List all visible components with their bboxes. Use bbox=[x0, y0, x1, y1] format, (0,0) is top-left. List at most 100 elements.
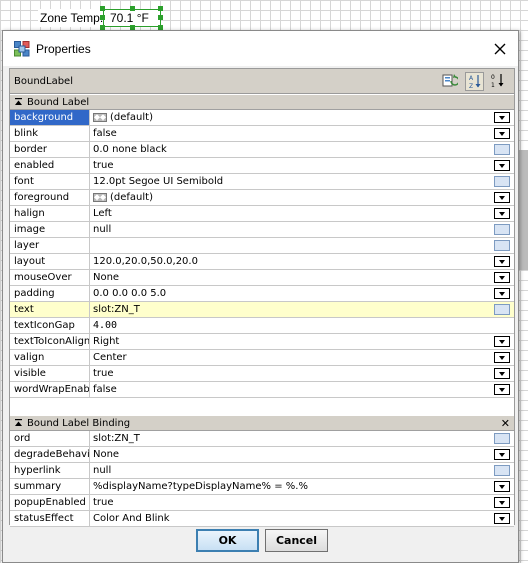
property-value-text: true bbox=[93, 497, 114, 508]
property-row-popupEnabled[interactable]: popupEnabled true bbox=[10, 495, 514, 511]
property-value-text: %displayName?typeDisplayName% = %.% bbox=[93, 481, 308, 492]
property-value[interactable]: true bbox=[90, 158, 493, 173]
close-icon[interactable] bbox=[492, 41, 508, 57]
section-bound-label[interactable]: Bound Label bbox=[10, 95, 514, 110]
remove-binding-icon[interactable]: ✕ bbox=[501, 416, 510, 431]
property-row-textIconGap[interactable]: textIconGap 4.00 bbox=[10, 318, 514, 334]
resize-handle[interactable] bbox=[158, 15, 163, 20]
property-row-valign[interactable]: valign Center bbox=[10, 350, 514, 366]
property-value[interactable]: (default) bbox=[90, 190, 493, 205]
property-value[interactable]: (default) bbox=[90, 110, 493, 125]
property-value-text: slot:ZN_T bbox=[93, 304, 140, 315]
property-value[interactable]: None bbox=[90, 270, 493, 285]
property-row-foreground[interactable]: foreground (default) bbox=[10, 190, 514, 206]
dropdown-arrow-icon[interactable] bbox=[494, 352, 510, 363]
editor-button-icon[interactable] bbox=[494, 176, 510, 187]
dropdown-arrow-icon[interactable] bbox=[494, 272, 510, 283]
property-row-wordWrapEnabled[interactable]: wordWrapEnabledfalse bbox=[10, 382, 514, 398]
property-value[interactable]: slot:ZN_T bbox=[90, 431, 493, 446]
property-value[interactable]: null bbox=[90, 463, 493, 478]
property-row-statusEffect[interactable]: statusEffect Color And Blink bbox=[10, 511, 514, 527]
dropdown-arrow-icon[interactable] bbox=[494, 368, 510, 379]
property-name: font bbox=[10, 174, 90, 189]
property-value[interactable]: 0.0 0.0 0.0 5.0 bbox=[90, 286, 493, 301]
property-row-image[interactable]: image null bbox=[10, 222, 514, 238]
dropdown-arrow-icon[interactable] bbox=[494, 513, 510, 524]
resize-handle[interactable] bbox=[100, 15, 105, 20]
property-value[interactable]: Left bbox=[90, 206, 493, 221]
editor-button-icon[interactable] bbox=[494, 304, 510, 315]
section-bound-label-binding[interactable]: Bound Label Binding ✕ bbox=[10, 416, 514, 431]
property-row-layout[interactable]: layout 120.0,20.0,50.0,20.0 bbox=[10, 254, 514, 270]
svg-text:A: A bbox=[469, 75, 474, 82]
resize-handle[interactable] bbox=[100, 6, 105, 11]
property-value[interactable]: 4.00 bbox=[90, 318, 493, 333]
property-value[interactable]: Color And Blink bbox=[90, 511, 493, 526]
property-value[interactable]: true bbox=[90, 495, 493, 510]
property-value[interactable]: %displayName?typeDisplayName% = %.% bbox=[90, 479, 493, 494]
property-value[interactable]: false bbox=[90, 382, 493, 397]
dropdown-arrow-icon[interactable] bbox=[494, 208, 510, 219]
dropdown-arrow-icon[interactable] bbox=[494, 497, 510, 508]
property-name: statusEffect bbox=[10, 511, 90, 526]
editor-button-icon[interactable] bbox=[494, 465, 510, 476]
editor-button-icon[interactable] bbox=[494, 240, 510, 251]
dropdown-arrow-icon[interactable] bbox=[494, 112, 510, 123]
property-value-text: null bbox=[93, 465, 112, 476]
ok-button[interactable]: OK bbox=[196, 529, 259, 552]
dropdown-arrow-icon[interactable] bbox=[494, 128, 510, 139]
property-value[interactable]: 120.0,20.0,50.0,20.0 bbox=[90, 254, 493, 269]
property-row-visible[interactable]: visible true bbox=[10, 366, 514, 382]
property-name: image bbox=[10, 222, 90, 237]
sort-alpha-icon[interactable]: A Z bbox=[465, 72, 484, 91]
property-row-mouseOver[interactable]: mouseOver None bbox=[10, 270, 514, 286]
property-row-summary[interactable]: summary %displayName?typeDisplayName% = %… bbox=[10, 479, 514, 495]
property-value[interactable] bbox=[90, 238, 493, 253]
property-name: textToIconAlign bbox=[10, 334, 90, 349]
dropdown-arrow-icon[interactable] bbox=[494, 449, 510, 460]
dropdown-arrow-icon[interactable] bbox=[494, 160, 510, 171]
property-value[interactable]: false bbox=[90, 126, 493, 141]
collapse-icon[interactable] bbox=[15, 98, 22, 106]
resize-handle[interactable] bbox=[158, 6, 163, 11]
dropdown-arrow-icon[interactable] bbox=[494, 336, 510, 347]
refresh-icon[interactable] bbox=[441, 72, 460, 91]
property-row-border[interactable]: border 0.0 none black bbox=[10, 142, 514, 158]
property-row-enabled[interactable]: enabled true bbox=[10, 158, 514, 174]
property-row-font[interactable]: font 12.0pt Segoe UI Semibold bbox=[10, 174, 514, 190]
property-row-background[interactable]: background (default) bbox=[10, 110, 514, 126]
property-row-textToIconAlign[interactable]: textToIconAlign Right bbox=[10, 334, 514, 350]
cancel-button[interactable]: Cancel bbox=[265, 529, 328, 552]
collapse-icon[interactable] bbox=[15, 419, 22, 427]
property-row-layer[interactable]: layer bbox=[10, 238, 514, 254]
property-value[interactable]: slot:ZN_T bbox=[90, 302, 493, 317]
property-row-blink[interactable]: blink false bbox=[10, 126, 514, 142]
property-row-text[interactable]: text slot:ZN_T bbox=[10, 302, 514, 318]
bound-label-properties: background (default) blink false border 0.0 n… bbox=[10, 110, 514, 398]
dropdown-arrow-icon[interactable] bbox=[494, 384, 510, 395]
property-row-hyperlink[interactable]: hyperlink null bbox=[10, 463, 514, 479]
canvas-scrollbar[interactable] bbox=[519, 150, 528, 270]
property-row-ord[interactable]: ord slot:ZN_T bbox=[10, 431, 514, 447]
property-value[interactable]: Center bbox=[90, 350, 493, 365]
property-value[interactable]: null bbox=[90, 222, 493, 237]
dropdown-arrow-icon[interactable] bbox=[494, 256, 510, 267]
property-name: layer bbox=[10, 238, 90, 253]
color-swatch-icon bbox=[93, 192, 107, 202]
property-row-padding[interactable]: padding 0.0 0.0 0.0 5.0 bbox=[10, 286, 514, 302]
resize-handle[interactable] bbox=[130, 6, 135, 11]
property-value[interactable]: 0.0 none black bbox=[90, 142, 493, 157]
property-value[interactable]: None bbox=[90, 447, 493, 462]
property-value[interactable]: 12.0pt Segoe UI Semibold bbox=[90, 174, 493, 189]
dropdown-arrow-icon[interactable] bbox=[494, 481, 510, 492]
property-row-degradeBehavior[interactable]: degradeBehaviorNone bbox=[10, 447, 514, 463]
editor-button-icon[interactable] bbox=[494, 144, 510, 155]
editor-button-icon[interactable] bbox=[494, 433, 510, 444]
editor-button-icon[interactable] bbox=[494, 224, 510, 235]
dropdown-arrow-icon[interactable] bbox=[494, 192, 510, 203]
dropdown-arrow-icon[interactable] bbox=[494, 288, 510, 299]
property-value[interactable]: Right bbox=[90, 334, 493, 349]
property-value[interactable]: true bbox=[90, 366, 493, 381]
property-row-halign[interactable]: halign Left bbox=[10, 206, 514, 222]
sort-order-icon[interactable]: 0 1 bbox=[489, 72, 508, 91]
